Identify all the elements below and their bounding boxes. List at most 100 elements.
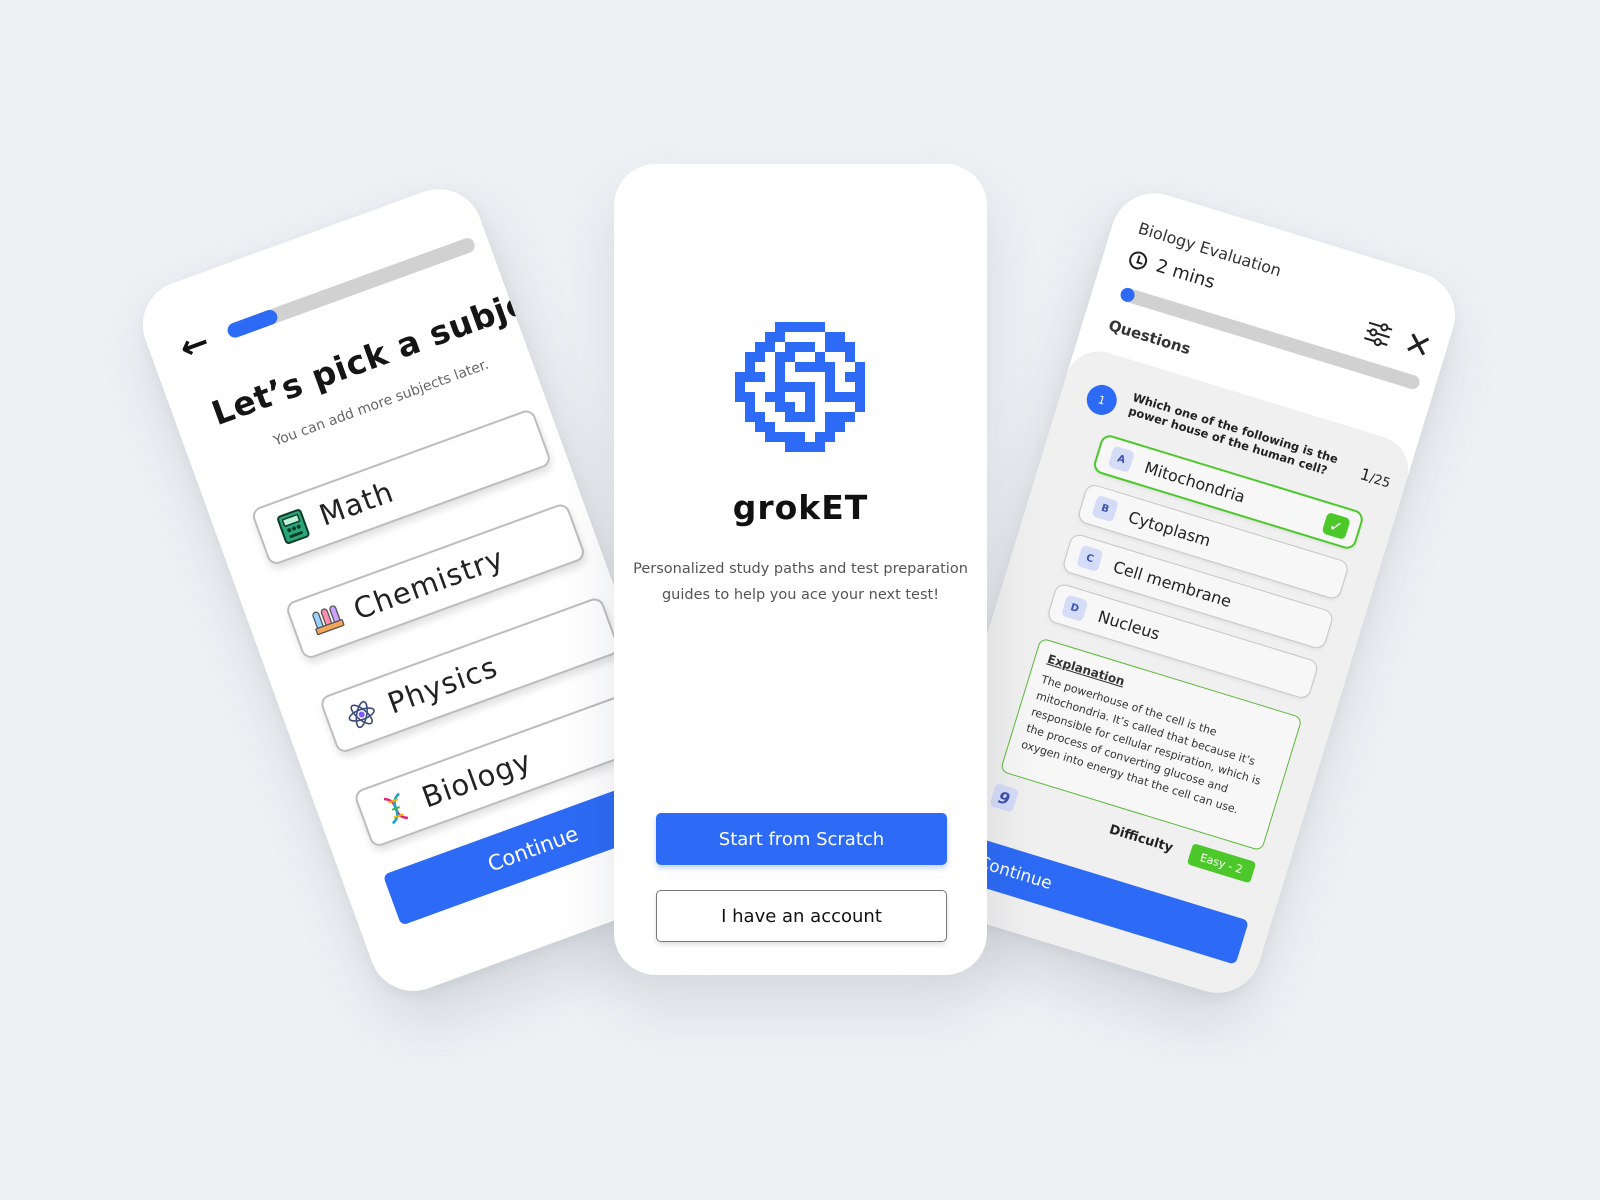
logo-block bbox=[795, 342, 805, 352]
logo-block bbox=[805, 392, 815, 402]
logo-block bbox=[745, 372, 755, 382]
logo-block bbox=[825, 412, 835, 422]
logo-block bbox=[805, 342, 815, 352]
logo-block bbox=[755, 422, 765, 432]
logo-block bbox=[815, 352, 825, 362]
logo-block bbox=[785, 352, 795, 362]
logo-block bbox=[765, 332, 775, 342]
logo-block bbox=[785, 412, 795, 422]
logo-block bbox=[745, 352, 755, 362]
logo-block bbox=[765, 432, 775, 442]
logo-block bbox=[825, 432, 835, 442]
brand-name: grokET bbox=[732, 488, 869, 527]
logo-block bbox=[775, 362, 785, 372]
grid-maze-logo bbox=[735, 322, 865, 452]
logo-block bbox=[785, 432, 795, 442]
logo-block bbox=[855, 402, 865, 412]
dna-icon bbox=[374, 787, 418, 831]
checkmark-icon: ✓ bbox=[1321, 511, 1351, 541]
logo-block bbox=[805, 402, 815, 412]
logo-block bbox=[785, 382, 795, 392]
subject-label: Biology bbox=[417, 743, 537, 815]
tagline: Personalized study paths and test prepar… bbox=[633, 561, 968, 603]
logo-block bbox=[745, 362, 755, 372]
subject-label: Physics bbox=[383, 649, 503, 721]
logo-block bbox=[755, 372, 765, 382]
logo-block bbox=[775, 332, 785, 342]
logo-block bbox=[835, 332, 845, 342]
logo-block bbox=[845, 392, 855, 402]
logo-block bbox=[775, 392, 785, 402]
logo-block bbox=[765, 422, 775, 432]
logo-block bbox=[835, 392, 845, 402]
logo-block bbox=[795, 322, 805, 332]
subject-label: Math bbox=[314, 474, 399, 533]
logo-block bbox=[825, 382, 835, 392]
logo-block bbox=[835, 342, 845, 352]
logo-block bbox=[815, 362, 825, 372]
test-tubes-icon bbox=[306, 599, 350, 643]
logo-block bbox=[805, 412, 815, 422]
quiz-screen: Biology Evaluation 2 mins ✕ Questions 1 … bbox=[906, 182, 1466, 1004]
logo-block bbox=[775, 382, 785, 392]
option-letter: B bbox=[1091, 494, 1119, 523]
logo-block bbox=[775, 402, 785, 412]
logo-block bbox=[845, 352, 855, 362]
logo-block bbox=[835, 412, 845, 422]
atom-icon bbox=[340, 693, 384, 737]
logo-block bbox=[795, 442, 805, 452]
logo-block bbox=[795, 382, 805, 392]
logo-block bbox=[805, 362, 815, 372]
logo-block bbox=[755, 352, 765, 362]
logo-block bbox=[745, 402, 755, 412]
logo-block bbox=[755, 412, 765, 422]
logo-block bbox=[735, 382, 745, 392]
calculator-icon bbox=[272, 505, 316, 549]
logo-block bbox=[755, 342, 765, 352]
logo-block bbox=[775, 432, 785, 442]
logo-block bbox=[855, 382, 865, 392]
logo-block bbox=[775, 322, 785, 332]
clock-icon bbox=[1127, 248, 1150, 272]
option-letter: D bbox=[1060, 594, 1089, 622]
logo-block bbox=[825, 332, 835, 342]
option-letter: A bbox=[1107, 445, 1136, 473]
logo-block bbox=[785, 342, 795, 352]
logo-block bbox=[765, 392, 775, 402]
logo-block bbox=[785, 402, 795, 412]
logo-block bbox=[825, 372, 835, 382]
logo-block bbox=[825, 392, 835, 402]
logo-block bbox=[825, 342, 835, 352]
logo-block bbox=[745, 392, 755, 402]
option-text: Nucleus bbox=[1095, 606, 1163, 644]
logo-block bbox=[785, 322, 795, 332]
logo-block bbox=[815, 442, 825, 452]
logo-block bbox=[765, 342, 775, 352]
subject-label: Chemistry bbox=[348, 540, 509, 627]
back-arrow-icon[interactable]: ← bbox=[174, 322, 224, 369]
logo-block bbox=[825, 422, 835, 432]
logo-block bbox=[805, 442, 815, 452]
logo-block bbox=[745, 412, 755, 422]
logo-block bbox=[855, 362, 865, 372]
have-account-button[interactable]: I have an account bbox=[656, 890, 947, 942]
logo-block bbox=[775, 352, 785, 362]
logo-block bbox=[795, 362, 805, 372]
welcome-screen: grokET Personalized study paths and test… bbox=[614, 164, 987, 975]
logo-block bbox=[855, 372, 865, 382]
start-from-scratch-button[interactable]: Start from Scratch bbox=[656, 813, 947, 865]
logo-block bbox=[845, 372, 855, 382]
logo-block bbox=[785, 442, 795, 452]
logo-block bbox=[805, 322, 815, 332]
logo-block bbox=[845, 342, 855, 352]
logo-block bbox=[835, 422, 845, 432]
logo-block bbox=[735, 372, 745, 382]
logo-block bbox=[795, 432, 805, 442]
logo-block bbox=[735, 392, 745, 402]
logo-block bbox=[815, 322, 825, 332]
progress-fill bbox=[225, 307, 280, 340]
logo-block bbox=[775, 372, 785, 382]
option-letter: C bbox=[1076, 544, 1104, 573]
logo-block bbox=[815, 432, 825, 442]
logo-block bbox=[825, 362, 835, 372]
